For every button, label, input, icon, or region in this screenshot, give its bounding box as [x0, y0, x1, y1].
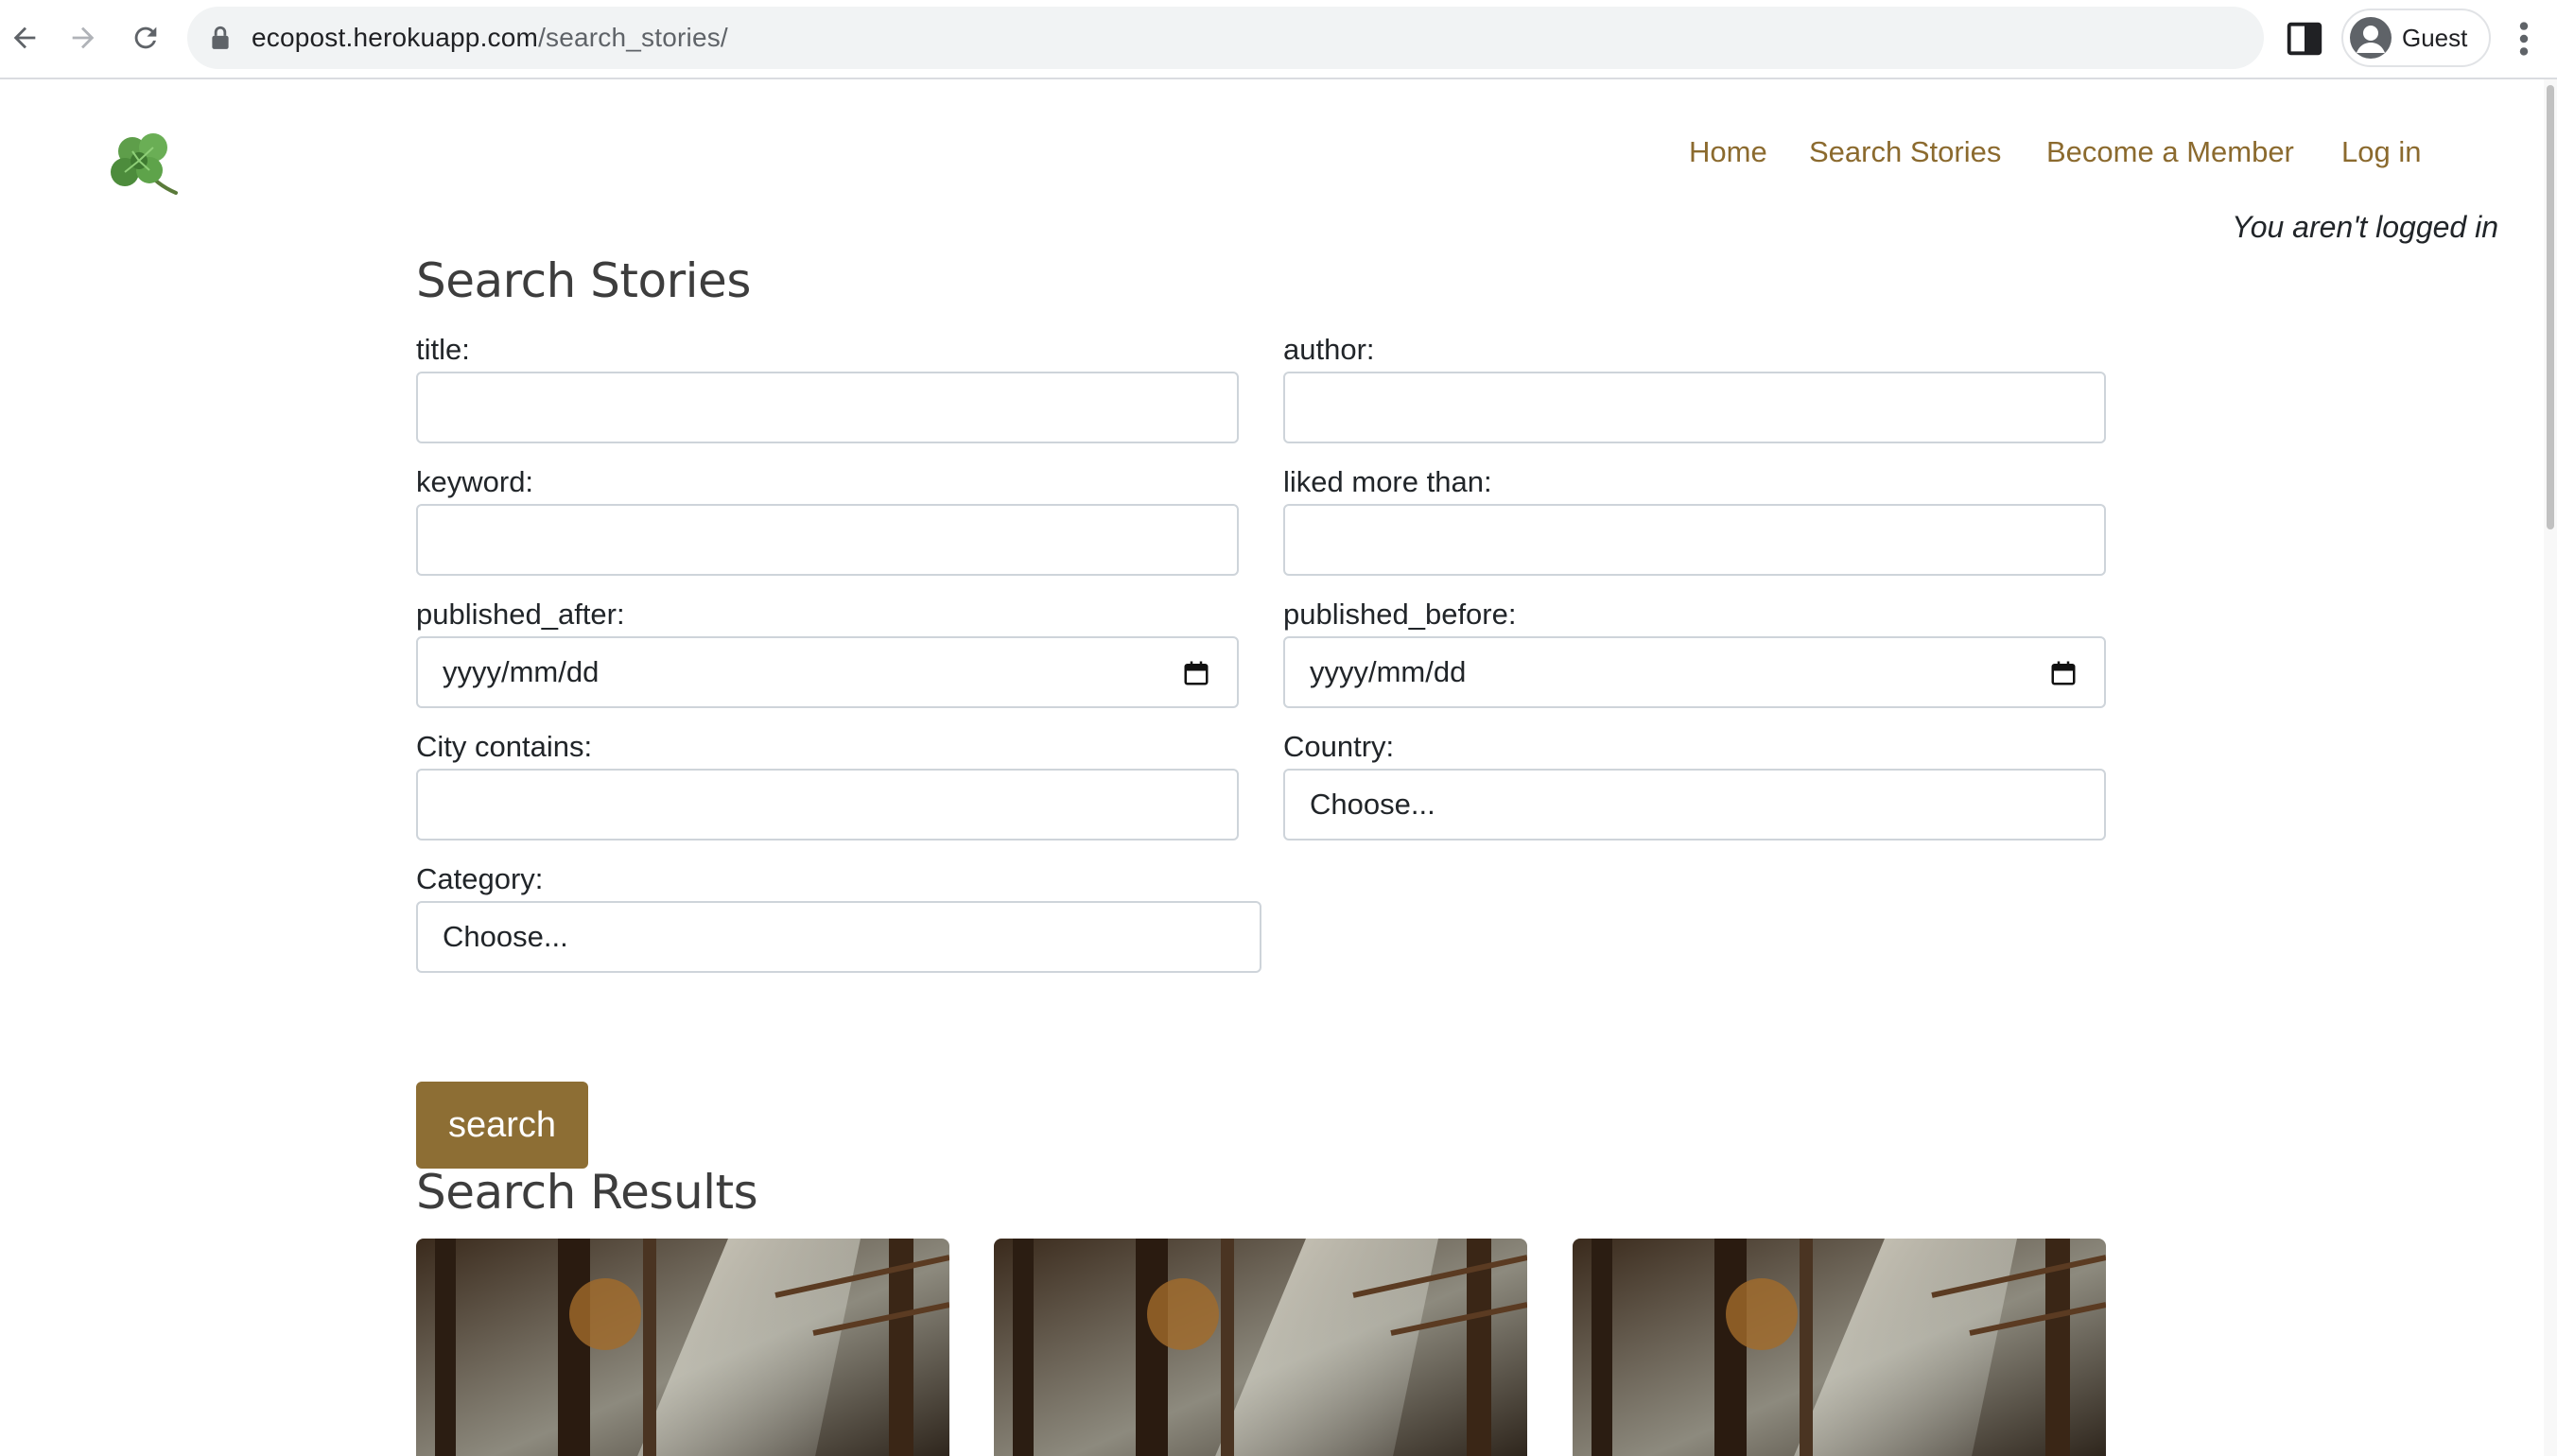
scrollbar-thumb[interactable] — [2547, 85, 2554, 529]
published-after-input[interactable]: yyyy/mm/dd — [416, 636, 1239, 708]
calendar-icon[interactable] — [1182, 659, 1210, 687]
result-card-image[interactable] — [994, 1239, 1527, 1456]
keyword-input[interactable] — [416, 504, 1239, 576]
country-label: Country: — [1283, 730, 1395, 763]
back-button[interactable] — [0, 13, 49, 62]
page-title: Search Stories — [416, 253, 751, 308]
published-after-label: published_after: — [416, 598, 625, 631]
author-input[interactable] — [1283, 372, 2106, 443]
nav-login[interactable]: Log in — [2341, 129, 2421, 176]
results-title: Search Results — [416, 1165, 758, 1220]
published-before-input[interactable]: yyyy/mm/dd — [1283, 636, 2106, 708]
category-selected-value: Choose... — [443, 920, 568, 953]
profile-name: Guest — [2402, 24, 2468, 52]
browser-toolbar: ecopost.herokuapp.com/search_stories/ Gu… — [0, 0, 2557, 79]
category-label: Category: — [416, 862, 544, 895]
menu-icon[interactable] — [2510, 17, 2538, 61]
nav-become-member[interactable]: Become a Member — [2046, 129, 2294, 176]
nav-home[interactable]: Home — [1689, 129, 1767, 176]
lock-icon — [212, 26, 229, 49]
category-select[interactable]: Choose... — [416, 901, 1261, 973]
liked-input[interactable] — [1283, 504, 2106, 576]
address-bar[interactable]: ecopost.herokuapp.com/search_stories/ — [187, 7, 2264, 69]
title-label: title: — [416, 333, 470, 366]
profile-button[interactable]: Guest — [2341, 9, 2491, 67]
login-status: You aren't logged in — [2232, 210, 2498, 244]
url-path: /search_stories/ — [538, 23, 728, 52]
published-after-value: yyyy/mm/dd — [443, 655, 600, 688]
forest-image — [416, 1239, 949, 1456]
url-host: ecopost.herokuapp.com — [252, 23, 539, 52]
published-before-value: yyyy/mm/dd — [1310, 655, 1467, 688]
forward-button[interactable] — [59, 13, 108, 62]
profile-icon — [2350, 17, 2392, 59]
city-label: City contains: — [416, 730, 593, 763]
forward-arrow-icon — [72, 26, 95, 49]
title-input[interactable] — [416, 372, 1239, 443]
forest-image — [1573, 1239, 2106, 1456]
result-card-image[interactable] — [1573, 1239, 2106, 1456]
country-selected-value: Choose... — [1310, 788, 1435, 821]
calendar-icon[interactable] — [2049, 659, 2078, 687]
reload-button[interactable] — [121, 13, 170, 62]
reload-icon — [134, 26, 157, 49]
forest-image — [994, 1239, 1527, 1456]
back-arrow-icon — [13, 26, 36, 49]
nav-search-stories[interactable]: Search Stories — [1809, 129, 2001, 176]
published-before-label: published_before: — [1283, 598, 1517, 631]
page-content: Home Search Stories Become a Member Log … — [0, 79, 2544, 1456]
search-button[interactable]: search — [416, 1082, 588, 1169]
author-label: author: — [1283, 333, 1375, 366]
result-card-image[interactable] — [416, 1239, 949, 1456]
country-select[interactable]: Choose... — [1283, 769, 2106, 841]
keyword-label: keyword: — [416, 465, 534, 498]
url-text: ecopost.herokuapp.com/search_stories/ — [252, 7, 728, 69]
main-navigation: Home Search Stories Become a Member Log … — [0, 129, 2544, 176]
page-scrollbar[interactable] — [2544, 79, 2557, 1456]
city-input[interactable] — [416, 769, 1239, 841]
side-panel-icon[interactable] — [2283, 17, 2326, 61]
liked-label: liked more than: — [1283, 465, 1492, 498]
